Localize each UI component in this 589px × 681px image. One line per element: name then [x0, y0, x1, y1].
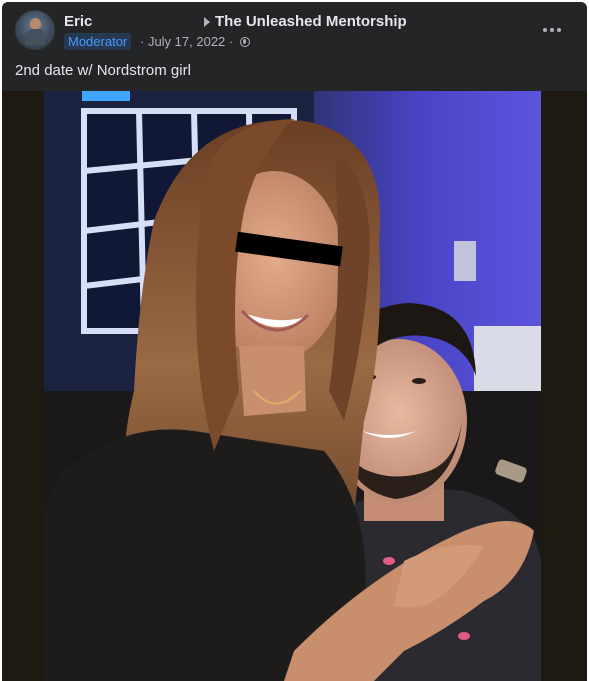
- more-options-button[interactable]: [538, 18, 566, 42]
- post-caption: 2nd date w/ Nordstrom girl: [15, 62, 191, 79]
- post-date[interactable]: · July 17, 2022 ·: [140, 34, 233, 49]
- moderator-badge: Moderator: [64, 33, 132, 50]
- photo-illustration: [44, 91, 541, 681]
- post-card: Eric The Unleashed Mentorship Moderator …: [2, 2, 587, 681]
- group-link[interactable]: The Unleashed Mentorship: [215, 13, 407, 30]
- post-header: Eric The Unleashed Mentorship Moderator …: [2, 2, 587, 56]
- avatar[interactable]: [15, 10, 55, 50]
- play-right-icon: [204, 17, 210, 27]
- globe-icon[interactable]: [239, 37, 250, 47]
- more-horizontal-icon: [550, 28, 554, 32]
- post-meta: · July 17, 2022 ·: [140, 34, 250, 49]
- author-name[interactable]: Eric: [64, 13, 92, 30]
- post-photo-area: [2, 91, 587, 681]
- more-horizontal-icon: [557, 28, 561, 32]
- avatar-torso: [25, 29, 46, 45]
- post-photo[interactable]: [44, 91, 541, 681]
- more-horizontal-icon: [543, 28, 547, 32]
